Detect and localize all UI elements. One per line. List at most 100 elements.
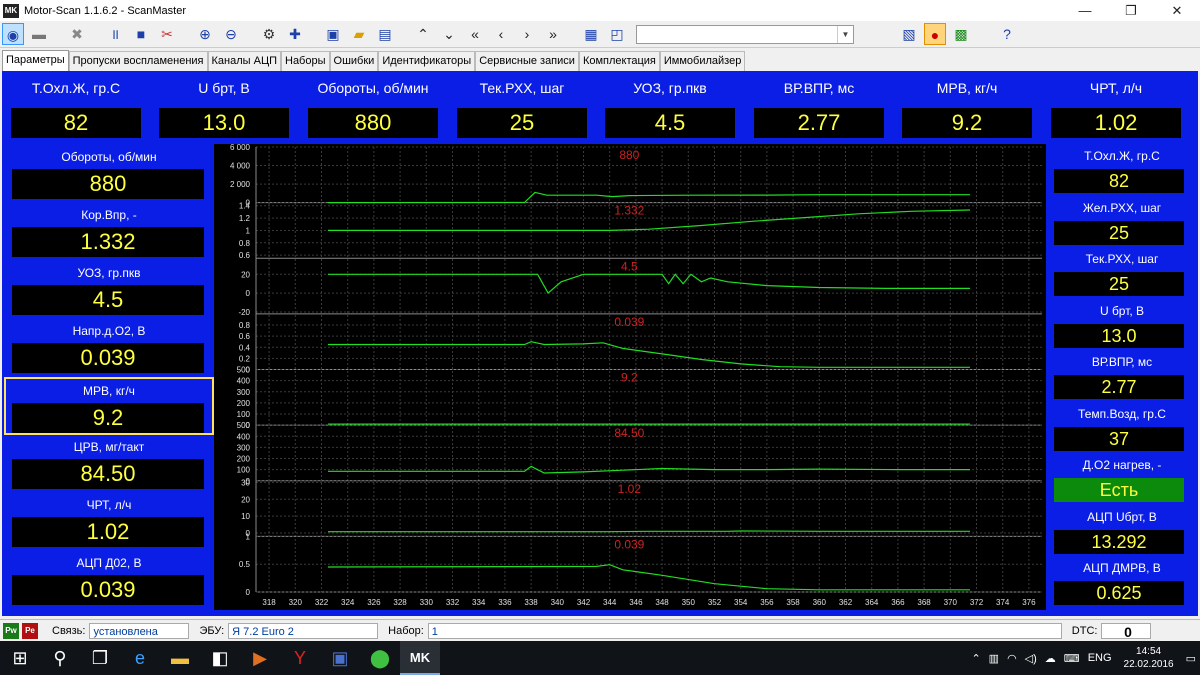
record-selector[interactable]: ▼	[636, 24, 854, 44]
clock[interactable]: 14:54 22.02.2016	[1124, 645, 1174, 671]
left-param-cycle-air[interactable]: ЦРВ, мг/такт 84.50	[4, 435, 214, 493]
left-param-o2-voltage[interactable]: Напр.д.О2, В 0.039	[4, 319, 214, 377]
chevron-up-icon[interactable]: ⌃	[971, 652, 980, 665]
param-value: 4.5	[12, 285, 204, 315]
tab-service-records[interactable]: Сервисные записи	[475, 51, 579, 71]
store-icon[interactable]: ◧	[200, 641, 240, 675]
cloud-icon[interactable]: ☁	[1045, 652, 1056, 665]
rewind-icon[interactable]: «	[464, 23, 486, 45]
volume-icon[interactable]: ◁)	[1025, 652, 1037, 665]
media-icon[interactable]: ▶	[240, 641, 280, 675]
top-param-idle-step[interactable]: Тек.РХХ, шаг 25	[448, 77, 596, 141]
right-param-current-idle[interactable]: Тек.РХХ, шаг 25	[1048, 248, 1196, 300]
left-param-injection-correction[interactable]: Кор.Впр, - 1.332	[4, 203, 214, 261]
tab-identifiers[interactable]: Идентификаторы	[378, 51, 476, 71]
x-tick-label: 352	[708, 598, 722, 607]
excel-icon[interactable]: ▩	[950, 23, 972, 45]
param-label: Обороты, об/мин	[61, 150, 157, 164]
param-value: 82	[1054, 169, 1184, 193]
tab-errors[interactable]: Ошибки	[329, 51, 379, 71]
open-icon[interactable]: ▰	[348, 23, 370, 45]
record-icon[interactable]: ●	[924, 23, 946, 45]
settings-icon[interactable]: ⚙	[258, 23, 280, 45]
right-param-injection-time[interactable]: ВР.ВПР, мс 2.77	[1048, 351, 1196, 403]
param-value: 2.77	[1054, 375, 1184, 399]
y-tick-label: 0.4	[239, 343, 251, 352]
window-icon[interactable]: ◰	[606, 23, 628, 45]
yandex-icon[interactable]: Y	[280, 641, 320, 675]
connect-icon[interactable]: ◉	[2, 23, 24, 45]
save-app-icon[interactable]: ▣	[320, 641, 360, 675]
torrent-icon[interactable]: ⬤	[360, 641, 400, 675]
up-icon[interactable]: ⌃	[412, 23, 434, 45]
pause-icon[interactable]: ॥	[104, 23, 126, 45]
top-param-mass-air-flow[interactable]: МРВ, кг/ч 9.2	[893, 77, 1041, 141]
notifications-icon[interactable]: ▭	[1186, 652, 1196, 665]
top-param-injection-time[interactable]: ВР.ВПР, мс 2.77	[745, 77, 893, 141]
tools-icon[interactable]: ✖	[66, 23, 88, 45]
left-param-mass-air-flow[interactable]: МРВ, кг/ч 9.2	[4, 377, 214, 435]
explorer-icon[interactable]: ▬	[160, 641, 200, 675]
tab-adc-channels[interactable]: Каналы АЦП	[207, 51, 281, 71]
save-icon[interactable]: ▣	[322, 23, 344, 45]
tab-configuration[interactable]: Комплектация	[578, 51, 660, 71]
prev-icon[interactable]: ‹	[490, 23, 512, 45]
zoom-in-icon[interactable]: ⊕	[194, 23, 216, 45]
chevron-down-icon[interactable]: ▼	[837, 25, 853, 43]
report-icon[interactable]: ▧	[898, 23, 920, 45]
right-param-air-temp[interactable]: Темп.Возд, гр.С 37	[1048, 403, 1196, 455]
clear-icon[interactable]: ✂	[156, 23, 178, 45]
language-indicator[interactable]: ENG	[1088, 652, 1112, 664]
help-icon[interactable]: ?	[996, 23, 1018, 45]
y-tick-label: 0	[246, 588, 251, 597]
search-icon[interactable]: ⚲	[40, 641, 80, 675]
next-icon[interactable]: ›	[516, 23, 538, 45]
left-param-fuel-rate[interactable]: ЧРТ, л/ч 1.02	[4, 493, 214, 551]
right-param-battery-voltage[interactable]: U брт, В 13.0	[1048, 300, 1196, 352]
param-label: УОЗ, гр.пкв	[633, 80, 707, 96]
network-icon[interactable]: ▥	[989, 652, 999, 665]
down-icon[interactable]: ⌄	[438, 23, 460, 45]
fast-forward-icon[interactable]: »	[542, 23, 564, 45]
keyboard-icon[interactable]: ⌨	[1064, 652, 1080, 665]
trend-chart[interactable]: 318 320 322 324 326 328 330 332 334 336 338 340 342 3…	[214, 143, 1046, 610]
minimize-button[interactable]: —	[1062, 0, 1108, 21]
param-label: Обороты, об/мин	[317, 80, 429, 96]
export-icon[interactable]: ▤	[374, 23, 396, 45]
edge-icon[interactable]: e	[120, 641, 160, 675]
tab-misfires[interactable]: Пропуски воспламенения	[68, 51, 208, 71]
y-tick-label: 0.8	[239, 321, 251, 330]
disconnect-icon[interactable]: ▬	[28, 23, 50, 45]
zoom-out-icon[interactable]: ⊖	[220, 23, 242, 45]
top-param-rpm[interactable]: Обороты, об/мин 880	[299, 77, 447, 141]
tab-immobilizer[interactable]: Иммобилайзер	[659, 51, 746, 71]
close-button[interactable]: ✕	[1154, 0, 1200, 21]
calculator-icon[interactable]: ▦	[580, 23, 602, 45]
param-value: 25	[1054, 220, 1184, 245]
dtc-count[interactable]: 0	[1101, 622, 1152, 640]
top-param-battery-voltage[interactable]: U брт, В 13.0	[150, 77, 298, 141]
add-icon[interactable]: ✚	[284, 23, 306, 45]
stop-icon[interactable]: ■	[130, 23, 152, 45]
param-value: 82	[11, 108, 141, 138]
param-label: U брт, В	[198, 80, 250, 96]
left-param-rpm[interactable]: Обороты, об/мин 880	[4, 145, 214, 203]
right-param-o2-heater[interactable]: Д.О2 нагрев, - Есть	[1048, 454, 1196, 506]
right-param-coolant-temp[interactable]: Т.Охл.Ж, гр.С 82	[1048, 145, 1196, 197]
motorscan-icon[interactable]: MK	[400, 641, 440, 675]
left-param-ignition-timing[interactable]: УОЗ, гр.пкв 4.5	[4, 261, 214, 319]
left-param-adc-o2[interactable]: АЦП Д02, В 0.039	[4, 551, 214, 609]
top-param-coolant-temp[interactable]: Т.Охл.Ж, гр.С 82	[2, 77, 150, 141]
right-param-adc-maf[interactable]: АЦП ДМРВ, В 0.625	[1048, 557, 1196, 609]
task-view-icon[interactable]: ❐	[80, 641, 120, 675]
wifi-icon[interactable]: ◠	[1007, 652, 1017, 665]
right-param-desired-idle[interactable]: Жел.РХХ, шаг 25	[1048, 197, 1196, 249]
top-param-fuel-rate[interactable]: ЧРТ, л/ч 1.02	[1042, 77, 1190, 141]
top-param-ignition-timing[interactable]: УОЗ, гр.пкв 4.5	[596, 77, 744, 141]
maximize-button[interactable]: ❐	[1108, 0, 1154, 21]
param-label: Тек.РХХ, шаг	[479, 80, 565, 96]
start-icon[interactable]: ⊞	[0, 641, 40, 675]
right-param-adc-battery[interactable]: АЦП Uбрт, В 13.292	[1048, 506, 1196, 558]
tab-sets[interactable]: Наборы	[281, 51, 330, 71]
tab-parameters[interactable]: Параметры	[2, 50, 69, 71]
